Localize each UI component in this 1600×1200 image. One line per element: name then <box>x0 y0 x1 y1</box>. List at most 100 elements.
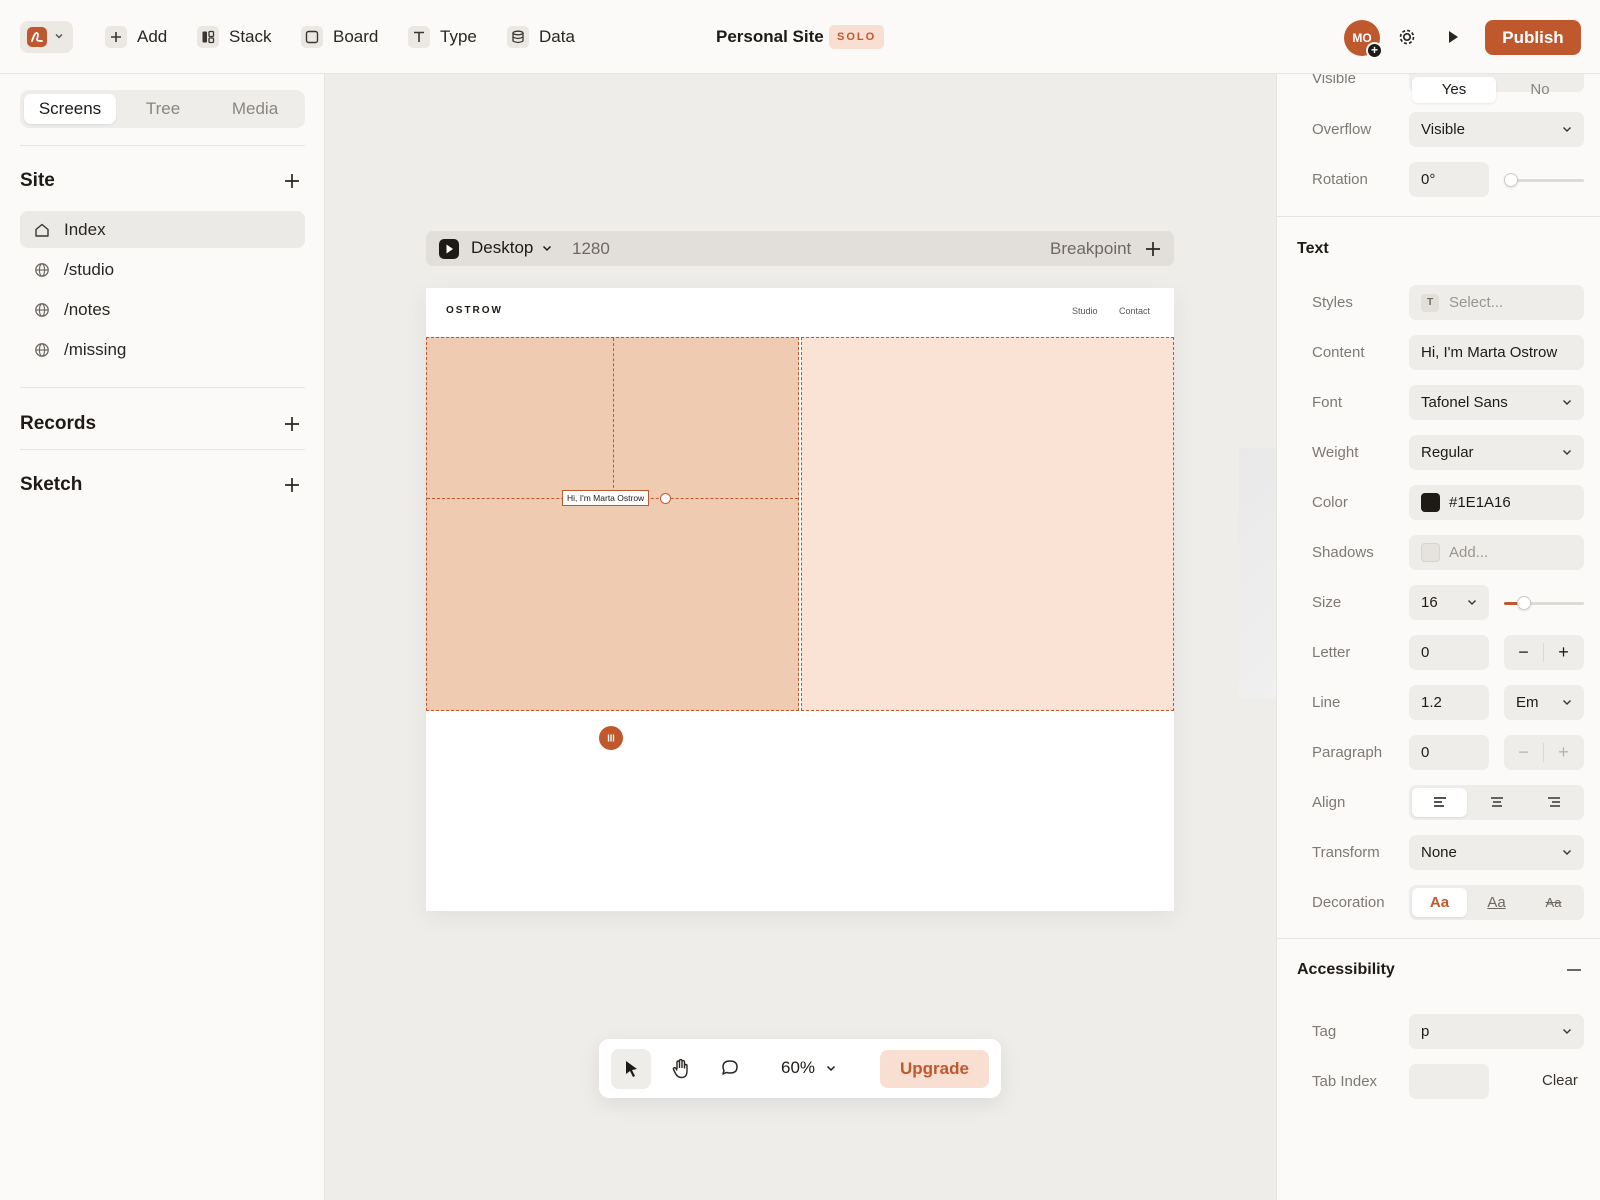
content-label: Content <box>1312 344 1365 361</box>
content-input[interactable]: Hi, I'm Marta Ostrow <box>1409 335 1584 370</box>
hand-tool-icon[interactable] <box>671 1058 691 1080</box>
letter-input[interactable]: 0 <box>1409 635 1489 670</box>
rotation-slider-thumb[interactable] <box>1504 173 1518 187</box>
size-slider-thumb[interactable] <box>1517 596 1532 610</box>
add-breakpoint-icon[interactable] <box>1145 241 1161 257</box>
frame-logo[interactable]: OSTROW <box>446 305 503 316</box>
page-item-studio[interactable]: /studio <box>20 251 305 288</box>
clear-tab-index-button[interactable]: Clear <box>1542 1072 1578 1089</box>
chevron-down-icon[interactable] <box>826 1065 836 1073</box>
increment-button[interactable]: + <box>1544 735 1583 770</box>
align-left-button[interactable] <box>1412 788 1467 817</box>
line-label: Line <box>1312 694 1341 711</box>
align-left-icon <box>1433 797 1446 807</box>
collapse-icon[interactable] <box>1567 968 1581 972</box>
align-right-button[interactable] <box>1526 788 1581 817</box>
color-input[interactable]: #1E1A16 <box>1409 485 1584 520</box>
data-tool-button[interactable]: Data <box>507 24 575 50</box>
weight-label: Weight <box>1312 444 1359 461</box>
breakpoint-label: Breakpoint <box>1050 239 1132 258</box>
publish-button[interactable]: Publish <box>1485 20 1581 55</box>
page-item-missing[interactable]: /missing <box>20 331 305 368</box>
sketch-section-title: Sketch <box>20 474 83 495</box>
line-unit-value: Em <box>1516 694 1539 711</box>
paragraph-input[interactable]: 0 <box>1409 735 1489 770</box>
tab-media[interactable]: Media <box>209 94 301 124</box>
tag-select[interactable]: p <box>1409 1014 1584 1049</box>
shadows-placeholder: Add... <box>1449 544 1489 561</box>
add-page-icon[interactable] <box>283 172 301 190</box>
color-swatch[interactable] <box>1421 493 1440 512</box>
page-label: /missing <box>64 339 127 359</box>
visible-no-option[interactable]: No <box>1498 77 1582 103</box>
decoration-strikethrough-button[interactable]: Aa <box>1526 888 1581 917</box>
increment-button[interactable]: + <box>1544 635 1583 670</box>
page-item-notes[interactable]: /notes <box>20 291 305 328</box>
transform-select[interactable]: None <box>1409 835 1584 870</box>
text-section-title: Text <box>1297 240 1329 257</box>
overflow-select[interactable]: Visible <box>1409 112 1584 147</box>
decoration-toggle: Aa Aa Aa <box>1409 885 1584 920</box>
chevron-down-icon[interactable] <box>542 245 552 253</box>
gear-icon[interactable] <box>1396 26 1418 48</box>
preview-play-icon[interactable] <box>439 239 459 259</box>
page-item-index[interactable]: Index <box>20 211 305 248</box>
weight-value: Regular <box>1421 444 1474 461</box>
line-unit-select[interactable]: Em <box>1504 685 1584 720</box>
size-select[interactable]: 16 <box>1409 585 1489 620</box>
select-tool-button[interactable] <box>611 1049 651 1089</box>
decoration-underline-button[interactable]: Aa <box>1469 888 1524 917</box>
app-logo-icon <box>27 27 47 47</box>
add-tool-button[interactable]: Add <box>105 24 167 50</box>
line-height-input[interactable]: 1.2 <box>1409 685 1489 720</box>
size-value: 16 <box>1421 594 1438 611</box>
app-menu-button[interactable] <box>20 21 73 53</box>
align-center-button[interactable] <box>1469 788 1524 817</box>
device-selector[interactable]: Desktop <box>471 238 533 258</box>
tab-index-input[interactable] <box>1409 1064 1489 1099</box>
drag-handle[interactable] <box>599 726 623 750</box>
tab-tree[interactable]: Tree <box>117 94 209 124</box>
type-icon <box>408 26 430 48</box>
font-select[interactable]: Tafonel Sans <box>1409 385 1584 420</box>
grid-guide <box>613 338 614 498</box>
page-label: Index <box>64 219 106 239</box>
type-tool-button[interactable]: Type <box>408 24 477 50</box>
visible-yes-option[interactable]: Yes <box>1412 77 1496 103</box>
hero-right-stack[interactable] <box>801 337 1489 711</box>
decoration-none-button[interactable]: Aa <box>1412 888 1467 917</box>
styles-select[interactable]: T Select... <box>1409 285 1584 320</box>
rotation-label: Rotation <box>1312 171 1368 188</box>
letter-label: Letter <box>1312 644 1351 661</box>
decrement-button[interactable]: − <box>1504 635 1543 670</box>
weight-select[interactable]: Regular <box>1409 435 1584 470</box>
styles-placeholder: Select... <box>1449 294 1504 311</box>
frame-nav-contact[interactable]: Contact <box>1119 306 1150 316</box>
divider <box>1277 938 1600 939</box>
tab-screens[interactable]: Screens <box>24 94 116 124</box>
visible-label: Visible <box>1312 74 1356 87</box>
add-tool-label: Add <box>137 27 168 46</box>
site-title[interactable]: Personal Site <box>716 27 824 47</box>
board-tool-button[interactable]: Board <box>301 24 378 50</box>
play-preview-icon[interactable] <box>1445 28 1461 46</box>
color-value: #1E1A16 <box>1449 494 1511 511</box>
chevron-down-icon <box>1563 700 1571 705</box>
add-record-icon[interactable] <box>283 415 301 433</box>
rotation-input[interactable]: 0° <box>1409 162 1489 197</box>
invite-plus-icon[interactable]: + <box>1366 42 1383 59</box>
globe-icon <box>35 342 49 357</box>
frame-nav-studio[interactable]: Studio <box>1072 306 1098 316</box>
decrement-button[interactable]: − <box>1504 735 1543 770</box>
stack-tool-button[interactable]: Stack <box>197 24 272 50</box>
zoom-level[interactable]: 60% <box>781 1058 815 1078</box>
comment-icon[interactable] <box>720 1058 740 1078</box>
add-sketch-icon[interactable] <box>283 476 301 494</box>
page-frame[interactable]: OSTROW Studio Contact Hi, I'm Marta Ostr… <box>426 288 1489 911</box>
hero-left-stack[interactable]: Hi, I'm Marta Ostrow <box>426 337 799 711</box>
shadows-input[interactable]: Add... <box>1409 535 1584 570</box>
stack-icon <box>197 26 219 48</box>
resize-handle[interactable] <box>660 493 671 504</box>
selected-text-element[interactable]: Hi, I'm Marta Ostrow <box>562 490 650 506</box>
upgrade-button[interactable]: Upgrade <box>880 1050 989 1088</box>
